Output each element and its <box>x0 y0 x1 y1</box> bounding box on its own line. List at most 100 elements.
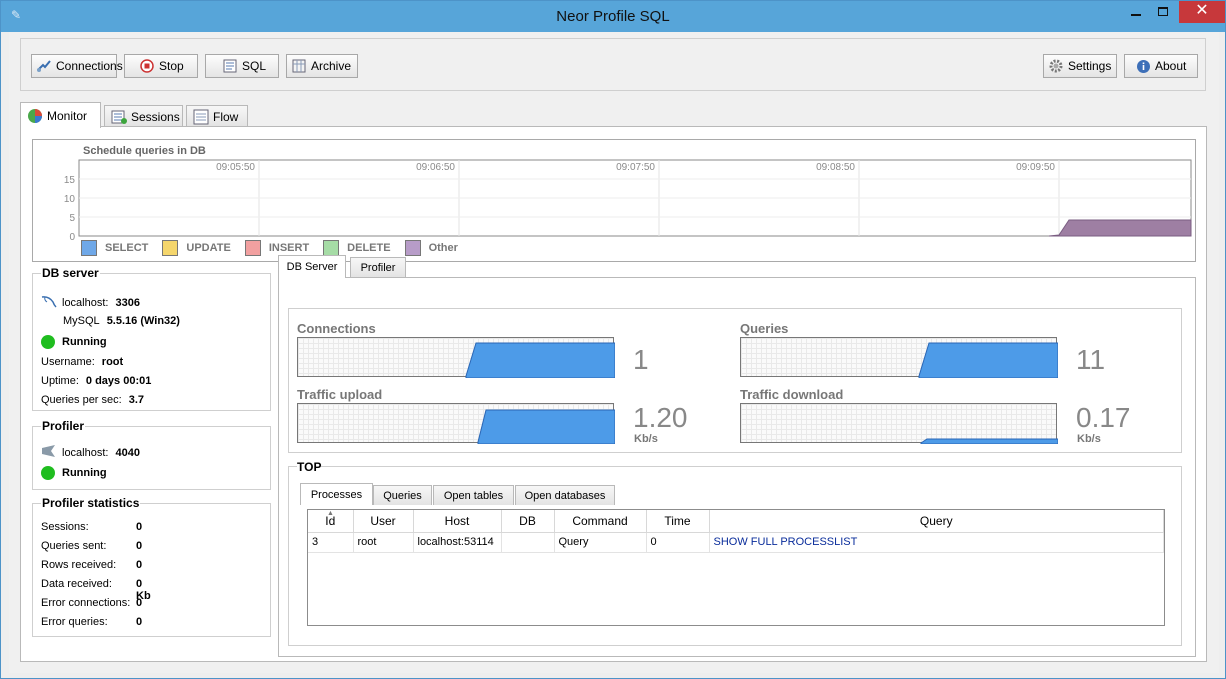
tab-sessions[interactable]: Sessions <box>104 105 183 127</box>
about-label: About <box>1155 59 1187 73</box>
time-tick-label: 09:08:50 <box>816 162 855 173</box>
username-value: root <box>101 356 124 368</box>
table-row[interactable]: 3 root localhost:53114 Query 0 SHOW FULL… <box>308 532 1164 553</box>
cell-id: 3 <box>308 532 354 553</box>
cell-command: Query <box>554 532 647 553</box>
column-header-label: Query <box>919 513 953 528</box>
stat-row: Error connections: 0 <box>41 597 142 609</box>
db-status-row: Running <box>41 335 107 349</box>
column-header-time[interactable]: Time <box>646 510 710 533</box>
db-server-panel: Connections 1 Queries 11 Traffic upload … <box>278 277 1196 657</box>
column-header-command[interactable]: Command <box>554 510 647 533</box>
mysql-version-row: MySQL 5.5.16 (Win32) <box>63 315 180 327</box>
db-status: Running <box>62 336 107 348</box>
stat-label: Data received: <box>41 578 112 590</box>
legend-update: UPDATE <box>162 239 231 257</box>
status-running-icon <box>41 335 55 349</box>
mysql-label: MySQL <box>63 315 100 327</box>
traffic-download-value: 0.17 <box>1076 402 1131 433</box>
tab-processes[interactable]: Processes <box>300 483 373 505</box>
db-server-group: DB server localhost: 3306 MySQL 5.5.16 (Wi… <box>32 266 271 411</box>
stat-value: 0 <box>136 616 143 628</box>
stop-button[interactable]: Stop <box>124 54 198 78</box>
close-button[interactable]: ✕ <box>1179 1 1225 23</box>
info-icon <box>1135 58 1151 74</box>
time-tick-label: 09:06:50 <box>416 162 455 173</box>
legend-delete-label: DELETE <box>347 242 391 254</box>
queries-metric-value: 11 <box>1076 344 1106 375</box>
pie-chart-icon <box>27 108 43 124</box>
profiler-status: Running <box>62 467 107 479</box>
profiler-group: Profiler localhost: 4040 Running <box>32 419 271 490</box>
traffic-upload-label: Traffic upload <box>297 387 383 402</box>
tab-db-server-label: DB Server <box>286 261 338 273</box>
stop-icon <box>139 58 155 74</box>
profiler-port: 4040 <box>115 446 140 459</box>
top-title: TOP <box>297 460 322 474</box>
stop-label: Stop <box>159 59 184 73</box>
sql-button[interactable]: SQL <box>205 54 279 78</box>
uptime-value: 0 days 00:01 <box>85 375 152 387</box>
legend-insert-label: INSERT <box>268 242 310 254</box>
uptime-row: Uptime: 0 days 00:01 <box>41 375 151 387</box>
y-tick-label: 10 <box>64 194 76 205</box>
stat-row: Queries sent: 0 <box>41 540 142 552</box>
monitor-panel: Schedule queries in DB 09:05:50 09:06:50… <box>20 126 1207 662</box>
connections-icon <box>36 58 52 74</box>
about-button[interactable]: About <box>1124 54 1198 78</box>
username-label: Username: <box>41 356 95 368</box>
tab-flow[interactable]: Flow <box>186 105 248 127</box>
traffic-upload-sparkline <box>297 403 615 444</box>
legend-select: SELECT <box>81 239 148 257</box>
queries-metric-label: Queries <box>740 321 789 336</box>
tab-db-server[interactable]: DB Server <box>278 255 346 278</box>
minimize-button[interactable] <box>1121 1 1151 23</box>
column-header-host[interactable]: Host <box>413 510 502 533</box>
settings-label: Settings <box>1068 59 1112 73</box>
stat-label: Rows received: <box>41 559 117 571</box>
tab-open-databases[interactable]: Open databases <box>515 485 615 505</box>
legend-swatch <box>162 240 179 256</box>
column-header-label: DB <box>519 513 536 528</box>
close-icon: ✕ <box>1195 2 1209 19</box>
processes-table: ▲ Id User Host DB Command Time Query 3 r… <box>307 509 1165 626</box>
connections-metric-value: 1 <box>633 344 649 375</box>
tab-monitor[interactable]: Monitor <box>20 102 101 128</box>
column-header-query[interactable]: Query <box>709 510 1164 533</box>
tab-queries[interactable]: Queries <box>373 485 432 505</box>
sql-label: SQL <box>242 59 267 73</box>
db-host: localhost: <box>62 296 109 309</box>
other-series-area <box>1048 219 1192 237</box>
schedule-queries-chart: Schedule queries in DB 09:05:50 09:06:50… <box>32 139 1196 262</box>
column-header-db[interactable]: DB <box>501 510 555 533</box>
tab-open-tables[interactable]: Open tables <box>433 485 514 505</box>
legend-select-label: SELECT <box>105 242 149 254</box>
tab-processes-label: Processes <box>310 488 363 501</box>
db-host-row: localhost: 3306 <box>41 294 140 311</box>
legend-swatch <box>323 240 340 256</box>
app-window: ✎ Neor Profile SQL ✕ Connections Stop SQ… <box>0 0 1226 679</box>
settings-button[interactable]: Settings <box>1043 54 1117 78</box>
stat-label: Queries sent: <box>41 540 107 552</box>
tab-open-tables-label: Open tables <box>443 489 504 502</box>
stat-label: Error connections: <box>41 597 131 609</box>
title-bar: ✎ Neor Profile SQL ✕ <box>1 1 1225 32</box>
archive-button[interactable]: Archive <box>286 54 358 78</box>
stat-value: 0 <box>136 597 143 609</box>
mysql-dolphin-icon <box>41 294 57 311</box>
cell-db <box>501 532 555 553</box>
legend-update-label: UPDATE <box>186 242 231 254</box>
connections-button[interactable]: Connections <box>31 54 123 78</box>
tab-flow-label: Flow <box>213 109 239 124</box>
profiler-icon <box>41 444 57 461</box>
tab-profiler[interactable]: Profiler <box>350 257 406 277</box>
queries-area <box>918 342 1058 378</box>
cell-time: 0 <box>646 532 710 553</box>
maximize-button[interactable] <box>1148 1 1178 23</box>
y-tick-label: 0 <box>69 232 75 240</box>
stat-row: Data received: 0 Kb <box>41 578 151 602</box>
column-header-user[interactable]: User <box>353 510 414 533</box>
column-header-id[interactable]: ▲ Id <box>308 510 354 533</box>
time-tick-label: 09:05:50 <box>216 162 255 173</box>
table-header-row: ▲ Id User Host DB Command Time Query <box>308 510 1164 533</box>
